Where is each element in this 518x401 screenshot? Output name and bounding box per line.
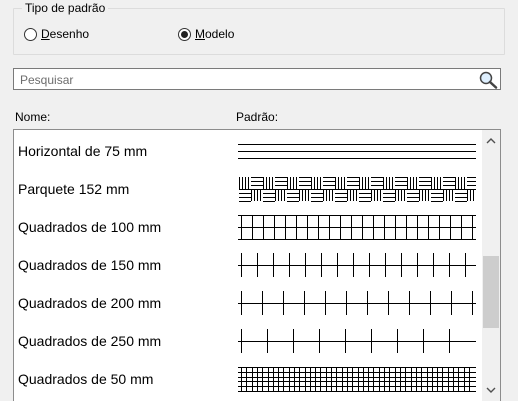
pattern-name: Parquete 152 mm — [18, 181, 130, 197]
list-item[interactable]: Quadrados de 200 mm — [14, 284, 480, 322]
list-item[interactable]: Parquete 152 mm — [14, 170, 480, 208]
chevron-down-icon — [486, 387, 496, 393]
list-item[interactable]: Horizontal de 75 mm — [14, 132, 480, 170]
radio-desenho[interactable]: Desenho — [24, 27, 89, 41]
column-header-pattern: Padrão: — [236, 110, 279, 124]
list-item[interactable]: Quadrados de 250 mm — [14, 322, 480, 360]
radio-circle-checked[interactable] — [178, 27, 191, 41]
radio-modelo[interactable]: Modelo — [178, 27, 234, 41]
pattern-type-title: Tipo de padrão — [22, 1, 109, 15]
scroll-down-button[interactable] — [482, 382, 500, 398]
search-field[interactable] — [13, 68, 501, 90]
chevron-up-icon — [486, 137, 496, 143]
scroll-up-button[interactable] — [482, 132, 500, 148]
pattern-name: Quadrados de 250 mm — [18, 333, 162, 349]
search-input[interactable] — [18, 71, 472, 89]
magnifier-icon[interactable] — [478, 70, 498, 89]
radio-circle[interactable] — [24, 27, 37, 41]
pattern-preview-grid-50 — [238, 367, 476, 392]
pattern-list[interactable]: Horizontal de 75 mm Parquete 152 mm Quad… — [13, 129, 501, 401]
list-item[interactable]: Quadrados de 100 mm — [14, 208, 480, 246]
pattern-preview-grid-250 — [238, 329, 476, 353]
radio-desenho-label: Desenho — [41, 27, 90, 41]
pattern-preview-horizontal — [238, 144, 476, 159]
pattern-preview-grid-100 — [238, 215, 476, 240]
pattern-name: Quadrados de 150 mm — [18, 257, 162, 273]
pattern-name: Horizontal de 75 mm — [18, 143, 148, 159]
pattern-name: Quadrados de 50 mm — [18, 371, 154, 387]
vertical-scrollbar[interactable] — [482, 130, 500, 401]
pattern-name: Quadrados de 100 mm — [18, 219, 162, 235]
column-header-name: Nome: — [15, 110, 51, 124]
list-item[interactable]: Quadrados de 150 mm — [14, 246, 480, 284]
pattern-preview-parquet — [239, 177, 476, 202]
scroll-thumb[interactable] — [483, 256, 499, 328]
pattern-name: Quadrados de 200 mm — [18, 295, 162, 311]
pattern-preview-grid-150 — [238, 253, 476, 277]
radio-modelo-label: Modelo — [195, 27, 235, 41]
pattern-preview-grid-200 — [238, 291, 476, 315]
list-item[interactable]: Quadrados de 50 mm — [14, 360, 480, 398]
